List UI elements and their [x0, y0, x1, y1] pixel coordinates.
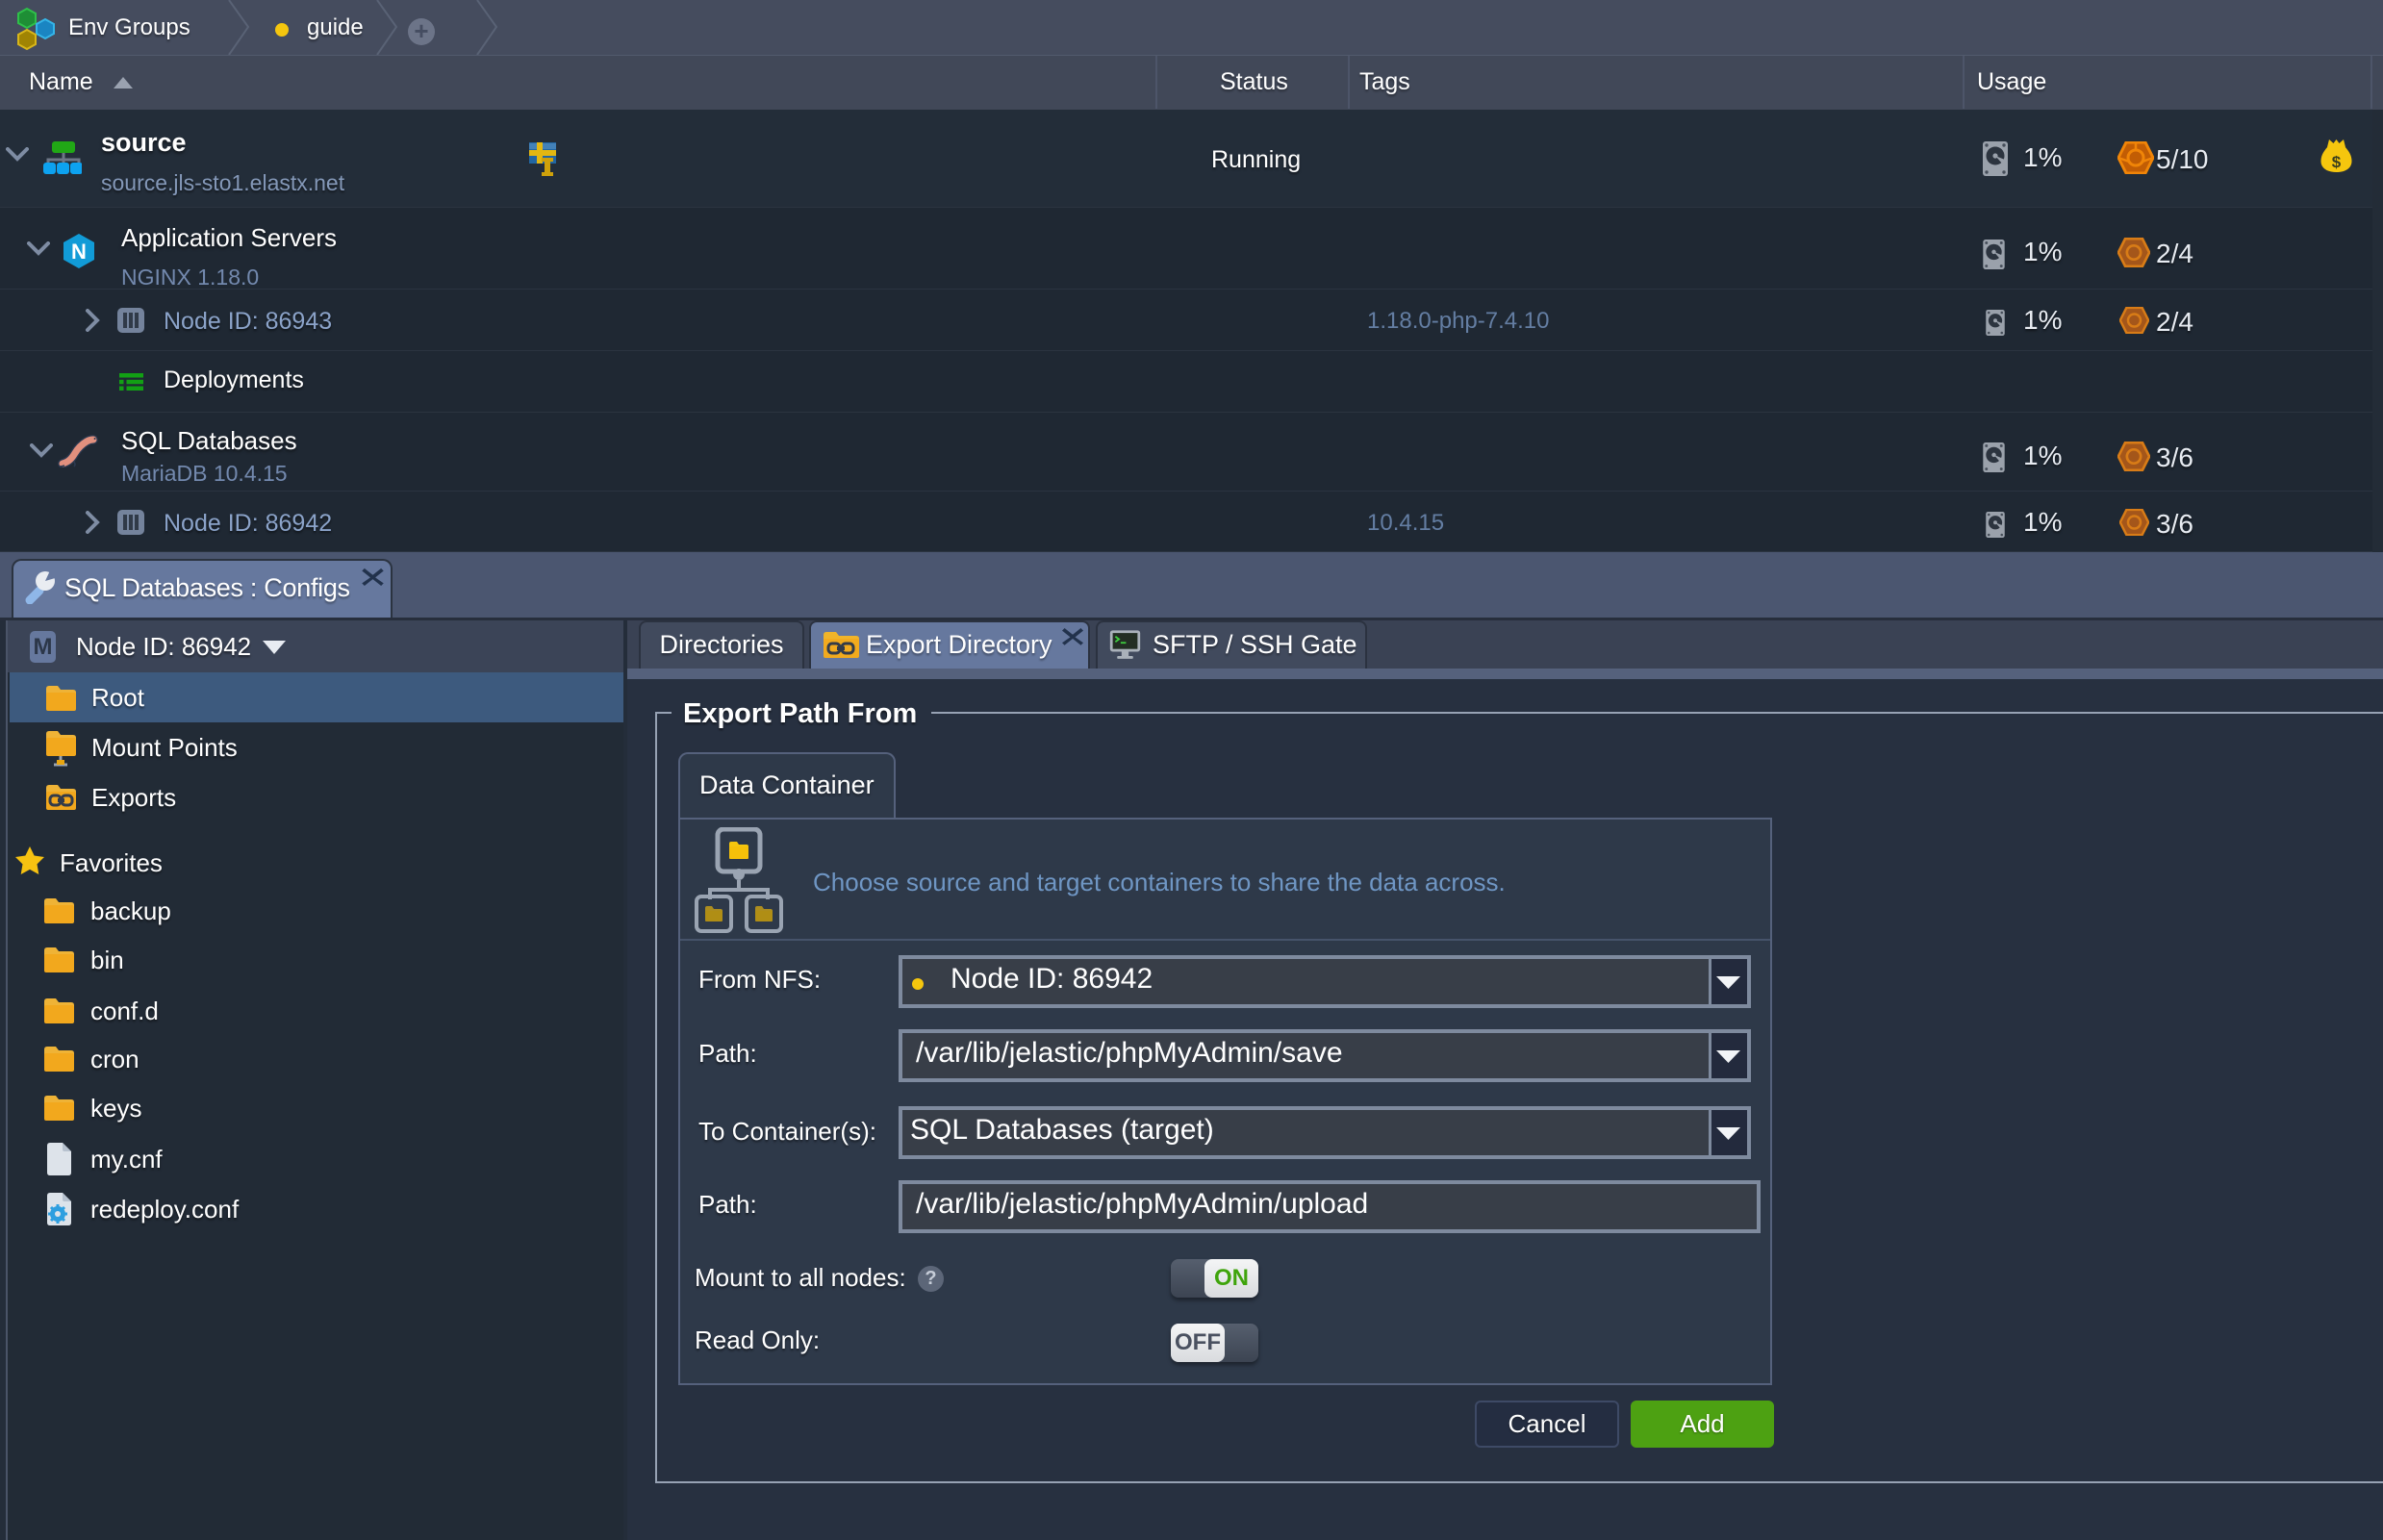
- svg-text:$: $: [2332, 153, 2342, 171]
- svg-text:N: N: [71, 240, 87, 264]
